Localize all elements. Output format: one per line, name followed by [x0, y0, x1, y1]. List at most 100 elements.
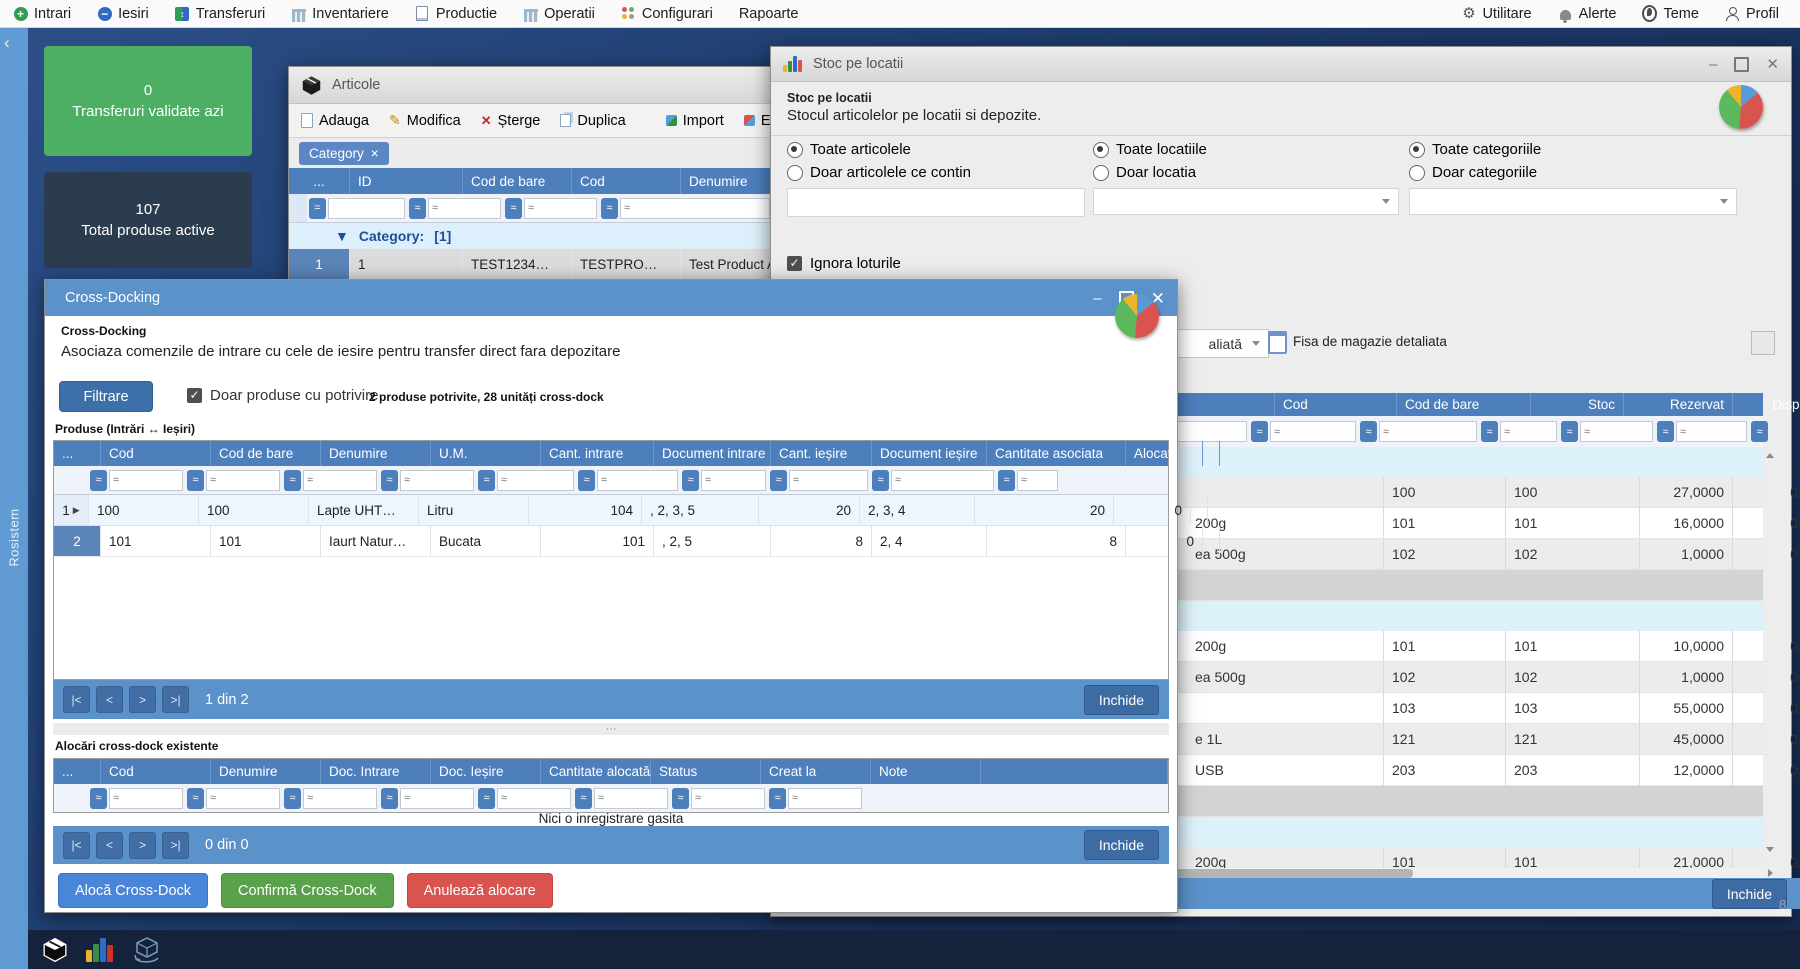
filter-approx-chip[interactable]: ≈: [284, 788, 301, 809]
filter-approx-chip[interactable]: ≈: [284, 470, 301, 491]
radio-all-articles[interactable]: Toate articolele: [787, 141, 911, 158]
filter-approx-chip[interactable]: ≈: [409, 198, 426, 219]
location-select[interactable]: [1093, 188, 1399, 215]
column-header[interactable]: Document ieșire: [872, 441, 987, 466]
menu-inventariere[interactable]: Inventariere: [278, 6, 402, 22]
close-icon[interactable]: ✕: [1766, 57, 1779, 72]
scroll-right-icon[interactable]: [1768, 869, 1773, 877]
add-button[interactable]: Adauga: [301, 113, 369, 129]
filter-input[interactable]: [497, 788, 571, 809]
filter-approx-chip[interactable]: ≈: [682, 470, 699, 491]
filter-approx-chip[interactable]: ≈: [998, 470, 1015, 491]
column-header[interactable]: Cantitate asociata: [987, 441, 1126, 466]
menu-intrari[interactable]: +Intrari: [0, 6, 84, 22]
column-header[interactable]: Rezervat: [1624, 393, 1733, 416]
column-header[interactable]: ...: [54, 441, 101, 466]
menu-alerte[interactable]: Alerte: [1545, 6, 1630, 22]
match-checkbox[interactable]: ✓Doar produse cu potrivire: [187, 387, 378, 404]
filter-input[interactable]: [497, 470, 574, 491]
radio-articles-containing[interactable]: Doar articolele ce contin: [787, 164, 971, 181]
filter-approx-chip[interactable]: ≈: [578, 470, 595, 491]
filter-approx-chip[interactable]: ≈: [381, 788, 398, 809]
column-header[interactable]: U.M.: [431, 441, 541, 466]
filter-input[interactable]: [1580, 421, 1653, 442]
delete-button[interactable]: ✕Șterge: [481, 113, 541, 129]
filter-input[interactable]: [891, 470, 994, 491]
first-page-button[interactable]: |<: [63, 832, 90, 859]
import-button[interactable]: Import: [666, 113, 724, 129]
minimize-icon[interactable]: –: [1709, 57, 1717, 72]
splitter-handle[interactable]: ···: [53, 723, 1169, 735]
column-header[interactable]: Cod de bare: [463, 168, 572, 194]
filter-input[interactable]: [400, 788, 474, 809]
filter-approx-chip[interactable]: ≈: [1751, 421, 1768, 442]
taskbar-stoc-icon[interactable]: [86, 938, 114, 962]
filter-input[interactable]: [328, 198, 405, 219]
filter-input[interactable]: [620, 198, 770, 219]
ignore-lots-checkbox[interactable]: ✓Ignora loturile: [787, 255, 901, 272]
column-header[interactable]: Note: [871, 759, 981, 784]
filter-approx-chip[interactable]: ≈: [1657, 421, 1674, 442]
stoc-titlebar[interactable]: Stoc pe locatii – ✕: [771, 47, 1791, 82]
column-header[interactable]: Cod: [101, 759, 211, 784]
filter-approx-chip[interactable]: ≈: [575, 788, 592, 809]
close-button[interactable]: Inchide: [1712, 879, 1787, 909]
filter-input[interactable]: [400, 470, 474, 491]
radio-all-categories[interactable]: Toate categoriile: [1409, 141, 1541, 158]
filter-eq-chip[interactable]: =: [309, 198, 326, 219]
filter-input[interactable]: [701, 470, 766, 491]
filter-approx-chip[interactable]: ≈: [601, 198, 618, 219]
filter-input[interactable]: [303, 788, 377, 809]
menu-rapoarte[interactable]: Rapoarte: [726, 6, 812, 22]
filter-input[interactable]: [428, 198, 501, 219]
duplicate-button[interactable]: Duplica: [560, 113, 625, 129]
column-header[interactable]: Document intrare: [654, 441, 771, 466]
filter-approx-chip[interactable]: ≈: [381, 470, 398, 491]
prev-page-button[interactable]: <: [96, 832, 123, 859]
column-header[interactable]: Cod: [1275, 393, 1397, 416]
kpi-card-produse[interactable]: 107 Total produse active: [44, 172, 252, 268]
filter-input[interactable]: [1676, 421, 1747, 442]
column-header[interactable]: Denumire: [681, 168, 772, 194]
menu-transferuri[interactable]: ↕Transferuri: [162, 6, 279, 22]
close-button[interactable]: Inchide: [1084, 830, 1159, 860]
edit-button[interactable]: ✎Modifica: [389, 112, 461, 129]
column-header[interactable]: Disponibil: [1733, 393, 1800, 416]
row-header[interactable]: 1▶: [54, 495, 89, 525]
close-button[interactable]: Inchide: [1084, 685, 1159, 715]
prev-page-button[interactable]: <: [96, 686, 123, 713]
filter-input[interactable]: [206, 470, 280, 491]
filter-approx-chip[interactable]: ≈: [478, 470, 495, 491]
articole-group-row[interactable]: ▼ Category: [1]: [289, 223, 772, 249]
filter-input[interactable]: [1500, 421, 1557, 442]
row-header[interactable]: 1: [289, 249, 350, 280]
articole-row[interactable]: 1 1 TEST1234… TESTPRO… Test Product API …: [289, 249, 772, 280]
articole-titlebar[interactable]: Articole: [289, 67, 772, 104]
minimize-icon[interactable]: –: [1093, 291, 1101, 306]
filter-approx-chip[interactable]: ≈: [478, 788, 495, 809]
filter-approx-chip[interactable]: ≈: [672, 788, 689, 809]
last-page-button[interactable]: >|: [162, 832, 189, 859]
sidebar-collapse-icon[interactable]: ‹: [4, 33, 10, 53]
column-header[interactable]: ...: [54, 759, 101, 784]
menu-iesiri[interactable]: −Iesiri: [84, 6, 162, 22]
taskbar-articole-icon[interactable]: [42, 937, 68, 963]
column-header[interactable]: ...: [289, 168, 350, 194]
filter-input[interactable]: [109, 788, 183, 809]
radio-single-location[interactable]: Doar locatia: [1093, 164, 1196, 181]
allocate-button[interactable]: Alocă Cross-Dock: [58, 873, 208, 908]
column-header[interactable]: Stoc: [1531, 393, 1624, 416]
column-header[interactable]: Cant. ieșire: [771, 441, 872, 466]
column-header[interactable]: Cantitate alocată: [541, 759, 651, 784]
filter-input[interactable]: [789, 470, 868, 491]
scroll-down-icon[interactable]: [1766, 847, 1774, 852]
last-page-button[interactable]: >|: [162, 686, 189, 713]
column-header[interactable]: ID: [350, 168, 463, 194]
menu-utilitare[interactable]: ⚙Utilitare: [1448, 6, 1544, 22]
export-button[interactable]: Expo: [744, 113, 773, 129]
menu-operatii[interactable]: Operatii: [510, 6, 608, 22]
filter-input[interactable]: [524, 198, 597, 219]
first-page-button[interactable]: |<: [63, 686, 90, 713]
products-row[interactable]: 2 101 101 Iaurt Natur… Bucata 101 , 2, 5…: [54, 526, 1168, 557]
column-header[interactable]: Cant. intrare: [541, 441, 654, 466]
